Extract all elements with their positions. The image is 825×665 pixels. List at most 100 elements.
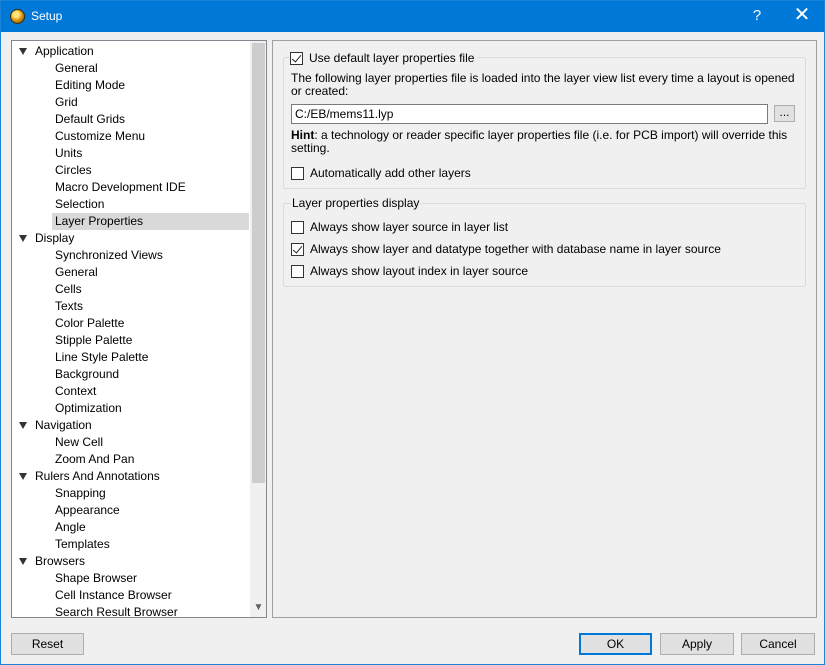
display-option-row[interactable]: Always show layer source in layer list	[291, 219, 508, 235]
tree-item[interactable]: Editing Mode	[12, 77, 250, 94]
tree-category[interactable]: Navigation	[12, 417, 250, 434]
tree-category-label: Application	[35, 44, 94, 58]
expand-arrow-icon[interactable]	[19, 558, 27, 565]
cancel-button[interactable]: Cancel	[741, 633, 815, 655]
tree-item-label: Selection	[55, 197, 105, 211]
app-icon	[10, 9, 25, 24]
tree-item[interactable]: Default Grids	[12, 111, 250, 128]
tree-item[interactable]: General	[12, 264, 250, 281]
tree-item[interactable]: Units	[12, 145, 250, 162]
tree-item-label: Snapping	[55, 486, 106, 500]
display-option-label: Always show layout index in layer source	[310, 264, 529, 278]
expand-arrow-icon[interactable]	[19, 422, 27, 429]
tree-item-label: Search Result Browser	[55, 605, 178, 618]
tree-item[interactable]: Cell Instance Browser	[12, 587, 250, 604]
expand-arrow-icon[interactable]	[19, 48, 27, 55]
tree-item-label: Optimization	[55, 401, 122, 415]
display-option-checkbox[interactable]	[291, 242, 304, 256]
tree-item-label: Customize Menu	[55, 129, 146, 143]
layer-properties-panel: Use default layer properties file The fo…	[272, 40, 817, 618]
tree-item-label: General	[55, 265, 98, 279]
tree-category[interactable]: Application	[12, 43, 250, 60]
tree-item[interactable]: Background	[12, 366, 250, 383]
close-icon[interactable]: ✕	[792, 4, 812, 26]
tree-item[interactable]: New Cell	[12, 434, 250, 451]
tree-item[interactable]: Shape Browser	[12, 570, 250, 587]
settings-tree: Application General Editing Mode Grid Defaul…	[11, 40, 267, 618]
tree-item-label: Templates	[55, 537, 110, 551]
tree-item[interactable]: Context	[12, 383, 250, 400]
tree-category[interactable]: Browsers	[12, 553, 250, 570]
tree-item[interactable]: General	[12, 60, 250, 77]
hint-label: Hint	[291, 128, 315, 142]
scroll-down-icon[interactable]: ▼	[250, 601, 266, 615]
tree-item-label: Zoom And Pan	[55, 452, 135, 466]
tree-item[interactable]: Texts	[12, 298, 250, 315]
tree-item[interactable]: Snapping	[12, 485, 250, 502]
tree-item[interactable]: Appearance	[12, 502, 250, 519]
layer-display-group-title: Layer properties display	[291, 196, 421, 210]
tree-item[interactable]: Customize Menu	[12, 128, 250, 145]
display-option-row[interactable]: Always show layout index in layer source	[291, 263, 528, 279]
tree-item-label: Angle	[55, 520, 86, 534]
reset-button[interactable]: Reset	[11, 633, 84, 655]
use-default-checkbox[interactable]	[290, 51, 303, 65]
title-bar: Setup ? ✕	[1, 1, 824, 32]
tree-item[interactable]: Macro Development IDE	[12, 179, 250, 196]
tree-item-label: Macro Development IDE	[55, 180, 186, 194]
tree-item[interactable]: Selection	[12, 196, 250, 213]
tree-item-label: Appearance	[55, 503, 120, 517]
tree-item[interactable]: Templates	[12, 536, 250, 553]
tree-item[interactable]: Cells	[12, 281, 250, 298]
tree-item[interactable]: Grid	[12, 94, 250, 111]
expand-arrow-icon[interactable]	[19, 235, 27, 242]
tree-item[interactable]: Line Style Palette	[12, 349, 250, 366]
apply-button[interactable]: Apply	[660, 633, 734, 655]
tree-category-label: Browsers	[35, 554, 86, 568]
display-option-checkbox[interactable]	[291, 220, 304, 234]
tree-category[interactable]: Display	[12, 230, 250, 247]
scrollbar-thumb[interactable]	[252, 43, 265, 483]
display-option-label: Always show layer source in layer list	[310, 220, 509, 234]
expand-arrow-icon[interactable]	[19, 473, 27, 480]
auto-add-checkbox[interactable]	[291, 166, 304, 180]
window-title: Setup	[31, 9, 63, 23]
auto-add-label: Automatically add other layers	[310, 166, 471, 180]
display-option-checkbox[interactable]	[291, 264, 304, 278]
use-default-label: Use default layer properties file	[309, 51, 475, 65]
tree-item[interactable]: Zoom And Pan	[12, 451, 250, 468]
tree-item[interactable]: Search Result Browser	[12, 604, 250, 618]
tree-item[interactable]: Circles	[12, 162, 250, 179]
tree-item-label: Default Grids	[55, 112, 126, 126]
tree-item-label: Synchronized Views	[55, 248, 163, 262]
tree-item-label: Editing Mode	[55, 78, 126, 92]
tree-item[interactable]: Optimization	[12, 400, 250, 417]
browse-button[interactable]: ...	[774, 105, 795, 122]
ok-button[interactable]: OK	[579, 633, 652, 655]
layer-file-path-input[interactable]	[291, 104, 768, 124]
tree-list: Application General Editing Mode Grid Defaul…	[12, 43, 250, 618]
tree-category-label: Display	[35, 231, 75, 245]
tree-item[interactable]: Angle	[12, 519, 250, 536]
setup-dialog: Setup ? ✕ Application General Editing Mode…	[0, 0, 825, 665]
tree-item[interactable]: Stipple Palette	[12, 332, 250, 349]
tree-item-label: Grid	[55, 95, 78, 109]
tree-item-label: Cell Instance Browser	[55, 588, 172, 602]
tree-item-label: Color Palette	[55, 316, 125, 330]
use-default-checkbox-row[interactable]: Use default layer properties file	[290, 50, 478, 66]
display-option-row[interactable]: Always show layer and datatype together …	[291, 241, 721, 257]
tree-item-label: Line Style Palette	[55, 350, 149, 364]
tree-item-label: Circles	[55, 163, 92, 177]
tree-item-label: General	[55, 61, 98, 75]
help-button[interactable]: ?	[749, 7, 765, 24]
tree-category[interactable]: Rulers And Annotations	[12, 468, 250, 485]
tree-item[interactable]: Layer Properties	[12, 213, 250, 230]
tree-item-label: Layer Properties	[52, 213, 147, 230]
tree-item[interactable]: Synchronized Views	[12, 247, 250, 264]
auto-add-checkbox-row[interactable]: Automatically add other layers	[291, 165, 471, 181]
tree-item-label: New Cell	[55, 435, 104, 449]
tree-item[interactable]: Color Palette	[12, 315, 250, 332]
hint-text: Hint: a technology or reader specific la…	[291, 129, 801, 155]
tree-scrollbar[interactable]: ▼	[250, 41, 266, 617]
tree-category-label: Rulers And Annotations	[35, 469, 160, 483]
